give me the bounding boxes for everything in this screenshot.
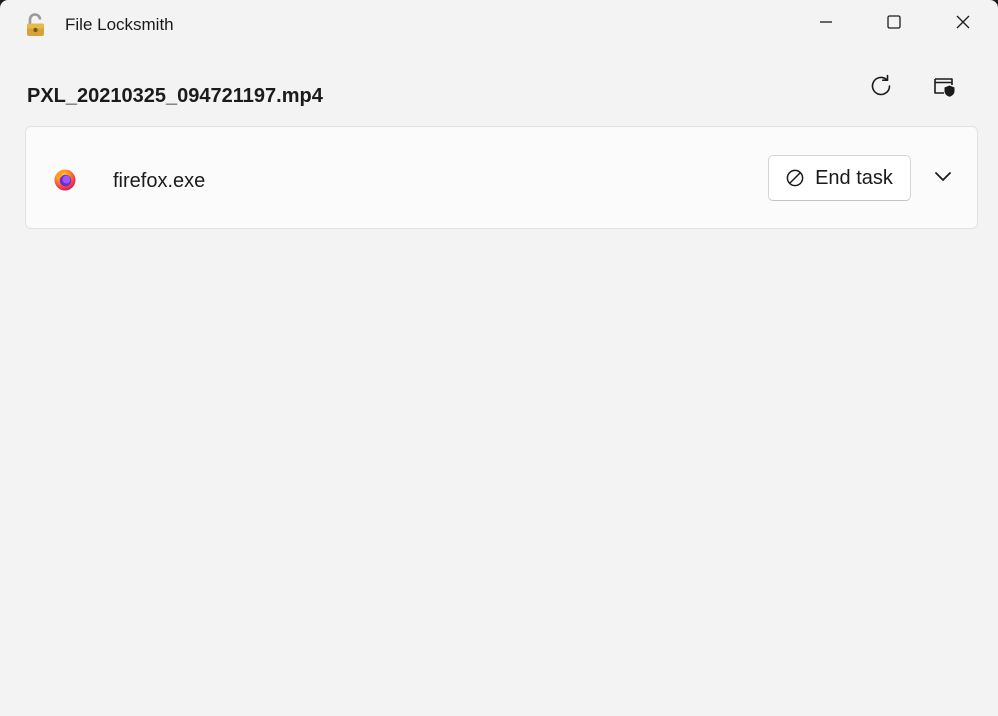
file-locksmith-window: File Locksmith PXL_20210325_094721197.mp…	[0, 0, 998, 716]
refresh-button[interactable]	[861, 68, 901, 108]
process-card: firefox.exe End task	[25, 126, 978, 229]
window-title: File Locksmith	[65, 15, 174, 34]
close-button[interactable]	[928, 0, 998, 48]
maximize-icon	[886, 14, 902, 35]
close-icon	[955, 14, 971, 35]
locked-file-name: PXL_20210325_094721197.mp4	[27, 85, 323, 107]
process-name: firefox.exe	[113, 170, 206, 192]
unlocked-padlock-icon	[25, 13, 47, 37]
block-icon	[786, 169, 804, 187]
chevron-down-icon	[933, 166, 953, 191]
end-task-label: End task	[815, 167, 893, 189]
maximize-button[interactable]	[860, 0, 928, 48]
title-bar[interactable]: File Locksmith	[0, 0, 998, 48]
firefox-icon	[53, 167, 77, 191]
refresh-icon	[868, 73, 894, 104]
expand-details-button[interactable]	[923, 158, 963, 198]
restart-as-admin-button[interactable]	[924, 68, 964, 108]
minimize-icon	[818, 14, 834, 35]
restart-as-admin-shield-icon	[931, 73, 957, 104]
minimize-button[interactable]	[792, 0, 860, 48]
end-task-button[interactable]: End task	[768, 155, 911, 201]
